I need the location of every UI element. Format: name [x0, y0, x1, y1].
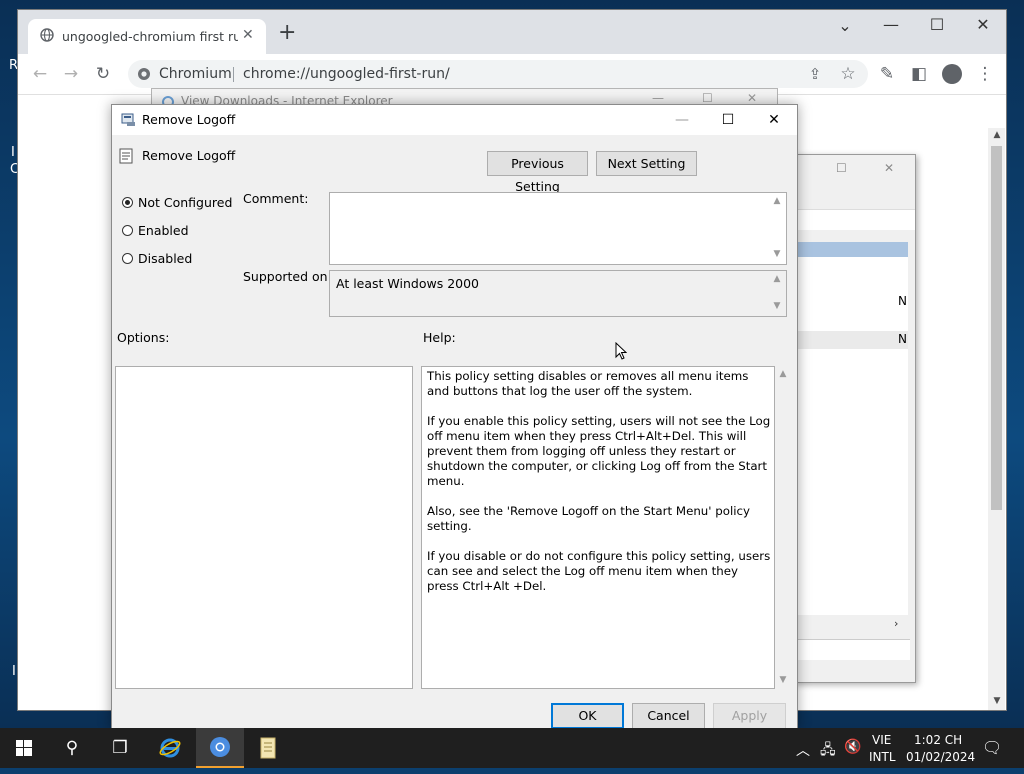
help-label: Help:	[423, 330, 456, 345]
task-view-icon[interactable]: ❐	[96, 728, 144, 768]
clock-time[interactable]: 1:02 CH	[914, 733, 962, 747]
side-panel-icon[interactable]: ◧	[907, 62, 931, 86]
bg-status-area	[794, 639, 910, 660]
page-scrollbar[interactable]: ▲ ▼	[988, 128, 1005, 710]
supported-on-value: At least Windows 2000	[336, 276, 479, 291]
options-label: Options:	[117, 330, 170, 345]
supported-on-field: At least Windows 2000 ▲ ▼	[329, 270, 787, 317]
bg-scroll-right-icon[interactable]: ›	[894, 617, 898, 630]
mouse-cursor-icon	[615, 341, 628, 360]
radio-label[interactable]: Disabled	[138, 251, 192, 266]
dialog-close-icon[interactable]: ✕	[751, 105, 797, 135]
comment-field[interactable]: ▲ ▼	[329, 192, 787, 265]
address-bar[interactable]: Chromium chrome://ungoogled-first-run/ ⇪…	[128, 60, 868, 88]
close-tab-icon[interactable]: ✕	[242, 27, 254, 43]
reload-icon[interactable]: ↻	[91, 62, 115, 86]
volume-muted-icon[interactable]: 🔇	[844, 739, 861, 755]
comment-label: Comment:	[243, 191, 309, 206]
notepad-scroll-icon[interactable]	[244, 728, 292, 768]
scroll-up-icon[interactable]: ▲	[770, 274, 784, 284]
tab-strip: ungoogled-chromium first run p ✕ + ⌄ — ☐…	[18, 10, 1006, 54]
internet-explorer-icon[interactable]	[146, 728, 194, 768]
chromium-logo-icon	[137, 67, 151, 81]
share-icon[interactable]: ⇪	[803, 62, 827, 86]
desktop-icon-label: R	[9, 58, 19, 73]
ie-maximize-icon[interactable]: ☐	[702, 91, 713, 105]
bg-address-area	[794, 209, 915, 230]
policy-icon	[121, 113, 136, 127]
dialog-title: Remove Logoff	[142, 112, 236, 127]
new-tab-icon[interactable]: +	[278, 22, 296, 44]
chromium-taskbar-icon[interactable]	[196, 728, 244, 768]
supported-on-label: Supported on:	[243, 269, 332, 284]
scroll-down-icon[interactable]: ▼	[776, 675, 790, 685]
taskbar: ⚲ ❐ ︿ 🖧 🔇 VIE INTL 1:02 CH 01/02/2024 🗨	[0, 728, 1024, 768]
policy-dialog: Remove Logoff — ☐ ✕ Remove Logoff Previo…	[111, 104, 798, 730]
clock-date[interactable]: 01/02/2024	[906, 750, 975, 764]
desktop-icon-label: I	[11, 145, 15, 160]
bg-close-icon[interactable]: ✕	[884, 161, 894, 175]
close-icon[interactable]: ✕	[968, 13, 998, 37]
background-window[interactable]: ☐ ✕ N N ›	[793, 154, 916, 683]
omnibox-divider	[233, 67, 234, 82]
apply-button[interactable]: Apply	[713, 703, 786, 729]
search-icon[interactable]: ⚲	[48, 728, 96, 768]
profile-avatar-icon[interactable]	[942, 64, 962, 84]
scroll-down-icon[interactable]: ▼	[990, 696, 1004, 706]
extensions-icon[interactable]: ✎	[875, 62, 899, 86]
scroll-down-icon[interactable]: ▼	[770, 301, 784, 311]
bg-selected-row	[794, 242, 908, 257]
radio-label[interactable]: Enabled	[138, 223, 189, 238]
bg-maximize-icon[interactable]: ☐	[836, 161, 847, 175]
dialog-titlebar[interactable]: Remove Logoff — ☐ ✕	[112, 105, 797, 135]
dialog-maximize-icon[interactable]: ☐	[705, 105, 751, 135]
scrollbar-thumb[interactable]	[991, 146, 1002, 510]
policy-setting-icon	[118, 148, 134, 164]
next-setting-button[interactable]: Next Setting	[596, 151, 697, 176]
browser-tab[interactable]: ungoogled-chromium first run p ✕	[28, 19, 266, 54]
radio-disabled[interactable]	[122, 253, 133, 264]
language-code[interactable]: VIE	[872, 733, 891, 747]
options-panel	[115, 366, 413, 689]
scroll-up-icon[interactable]: ▲	[776, 369, 790, 379]
menu-kebab-icon[interactable]: ⋮	[973, 62, 997, 86]
minimize-icon[interactable]: —	[876, 13, 906, 37]
tray-overflow-icon[interactable]: ︿	[796, 740, 810, 760]
radio-enabled[interactable]	[122, 225, 133, 236]
windows-start-icon[interactable]	[0, 728, 48, 768]
bookmark-star-icon[interactable]: ☆	[836, 62, 860, 86]
scroll-down-icon[interactable]: ▼	[770, 249, 784, 259]
url-text[interactable]: chrome://ungoogled-first-run/	[243, 66, 450, 82]
radio-label[interactable]: Not Configured	[138, 195, 232, 210]
bg-list-row	[794, 331, 908, 349]
help-scrollbar[interactable]: ▲ ▼	[775, 366, 791, 689]
desktop-icon-label: I	[12, 664, 16, 679]
radio-not-configured[interactable]	[122, 197, 133, 208]
tab-title: ungoogled-chromium first run p	[62, 29, 238, 44]
bg-list-mark: N	[898, 332, 907, 346]
forward-icon[interactable]: →	[59, 62, 83, 86]
maximize-icon[interactable]: ☐	[922, 13, 952, 37]
policy-name: Remove Logoff	[142, 148, 236, 163]
globe-icon	[40, 28, 54, 42]
keyboard-layout[interactable]: INTL	[869, 750, 896, 764]
ok-button[interactable]: OK	[551, 703, 624, 729]
network-icon[interactable]: 🖧	[820, 739, 836, 763]
ie-minimize-icon[interactable]: —	[652, 91, 664, 105]
ie-close-icon[interactable]: ✕	[747, 91, 757, 105]
back-icon[interactable]: ←	[28, 62, 52, 86]
notifications-icon[interactable]: 🗨	[982, 738, 1002, 757]
bg-list-mark: N	[898, 294, 907, 308]
previous-setting-button[interactable]: Previous Setting	[487, 151, 588, 194]
tab-search-icon[interactable]: ⌄	[830, 14, 860, 38]
scroll-up-icon[interactable]: ▲	[990, 130, 1004, 140]
help-panel: This policy setting disables or removes …	[421, 366, 775, 689]
help-text: This policy setting disables or removes …	[427, 369, 771, 593]
dialog-minimize-icon[interactable]: —	[659, 105, 705, 135]
site-label: Chromium	[159, 66, 232, 82]
cancel-button[interactable]: Cancel	[632, 703, 705, 729]
scroll-up-icon[interactable]: ▲	[770, 196, 784, 206]
bg-list-area	[794, 257, 908, 615]
